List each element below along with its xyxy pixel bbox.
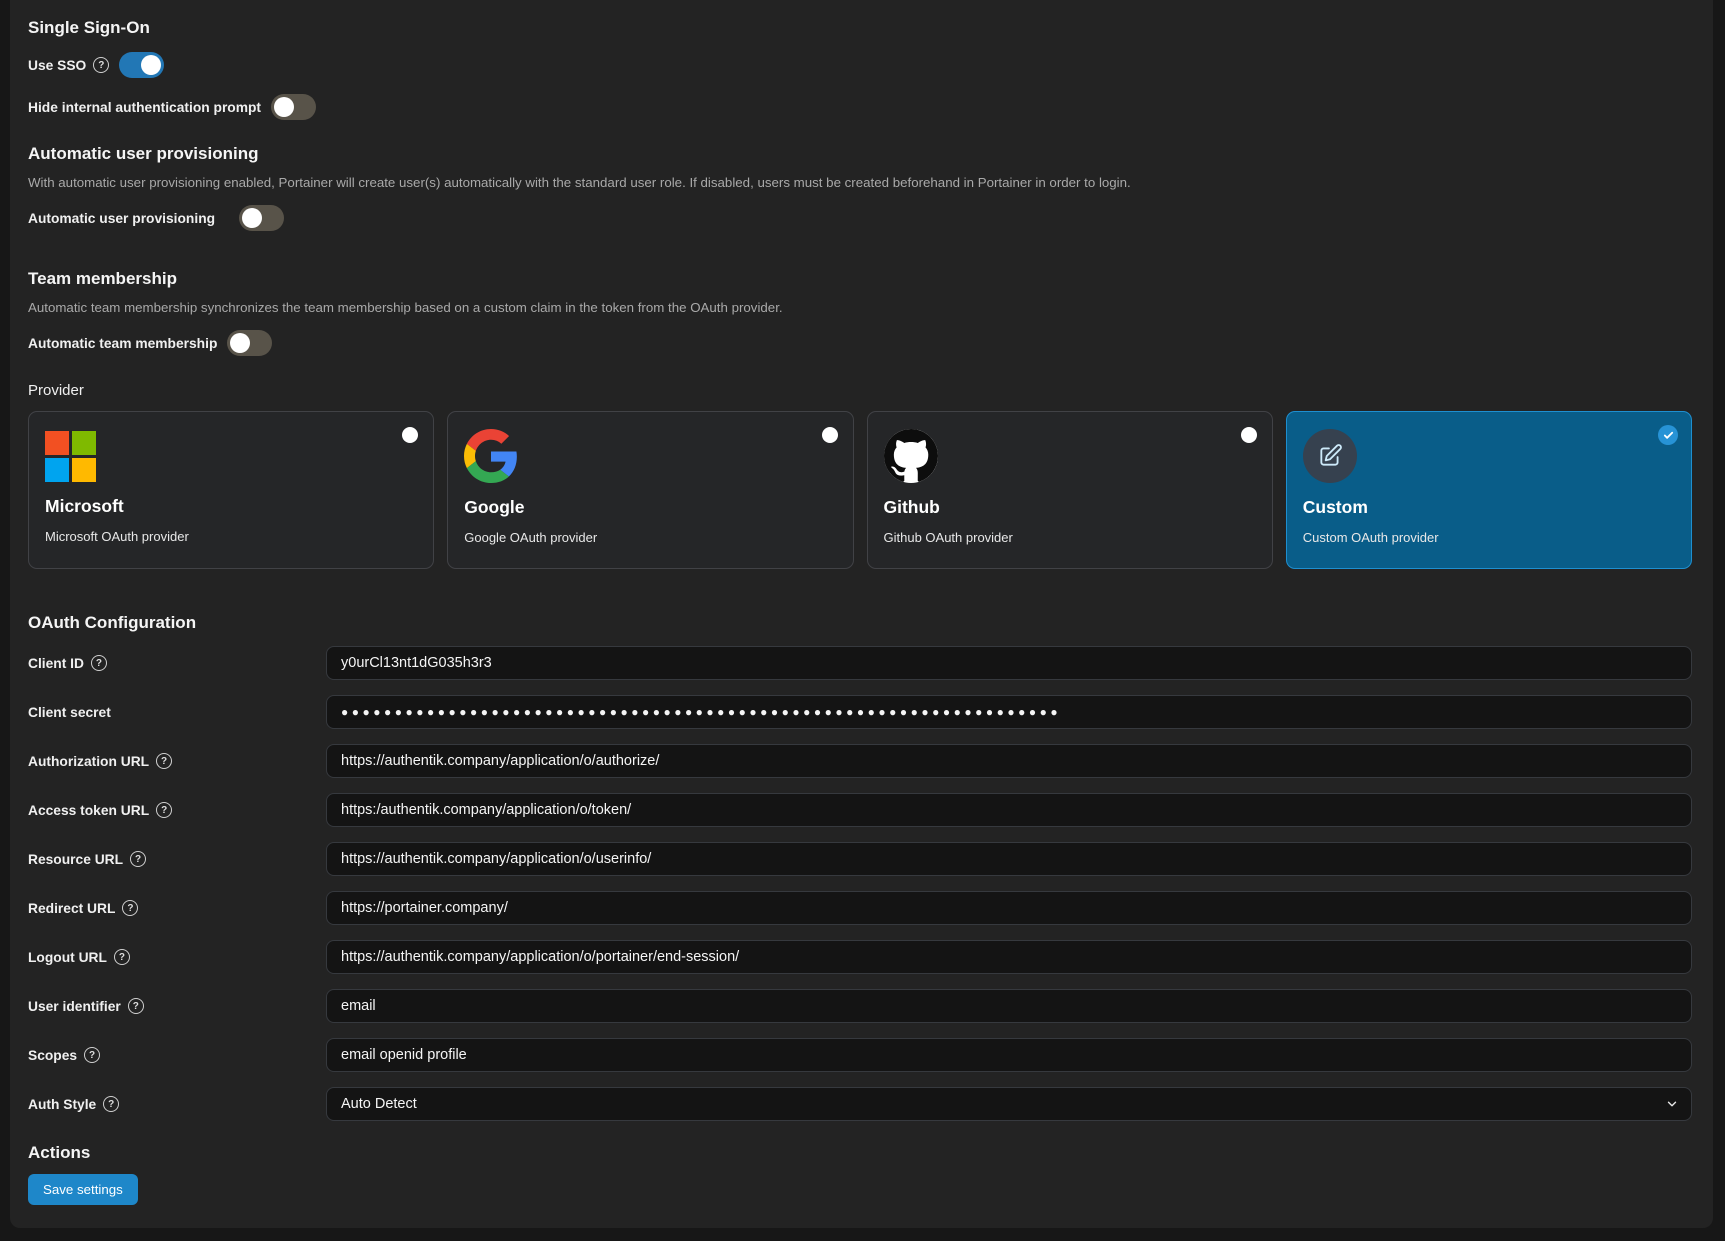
save-settings-button[interactable]: Save settings (28, 1174, 138, 1205)
toggle-knob (230, 333, 250, 353)
auto-user-provisioning-label: Automatic user provisioning (28, 211, 215, 226)
access-token-url-label: Access token URL (28, 803, 149, 818)
provider-card-subtitle: Github OAuth provider (884, 530, 1256, 545)
team-membership-heading: Team membership (28, 269, 1692, 289)
github-logo (884, 429, 938, 483)
authorization-url-label: Authorization URL (28, 754, 149, 769)
help-icon[interactable]: ? (84, 1047, 100, 1063)
hide-internal-prompt-row: Hide internal authentication prompt (28, 94, 1692, 120)
auto-user-provisioning-toggle[interactable] (239, 205, 284, 231)
client-id-label: Client ID (28, 656, 84, 671)
form-label-col: Client ID? (28, 655, 326, 671)
scopes-input[interactable] (326, 1038, 1692, 1072)
use-sso-row: Use SSO ? (28, 52, 1692, 78)
provider-card-subtitle: Google OAuth provider (464, 530, 836, 545)
scopes-label: Scopes (28, 1048, 77, 1063)
provider-card-title: Microsoft (45, 496, 417, 517)
form-row-auth-style: Auth Style?Auto Detect (28, 1087, 1692, 1121)
help-icon[interactable]: ? (93, 57, 109, 73)
redirect-url-label: Redirect URL (28, 901, 115, 916)
form-label-col: Redirect URL? (28, 900, 326, 916)
help-icon[interactable]: ? (122, 900, 138, 916)
actions-heading: Actions (28, 1143, 1692, 1163)
form-row-client-id: Client ID? (28, 646, 1692, 680)
oauth-config-form: Client ID? Client secret Authorization URL… (28, 646, 1692, 1121)
toggle-knob (242, 208, 262, 228)
user-identifier-label: User identifier (28, 999, 121, 1014)
microsoft-logo (45, 429, 417, 482)
custom-edit-icon (1303, 429, 1357, 483)
form-label-col: Resource URL? (28, 851, 326, 867)
auto-user-provisioning-description: With automatic user provisioning enabled… (28, 175, 1692, 191)
help-icon[interactable]: ? (91, 655, 107, 671)
form-label-col: Access token URL? (28, 802, 326, 818)
provider-card-title: Google (464, 497, 836, 518)
provider-card-subtitle: Custom OAuth provider (1303, 530, 1675, 545)
form-row-user-identifier: User identifier? (28, 989, 1692, 1023)
access-token-url-input[interactable] (326, 793, 1692, 827)
use-sso-toggle[interactable] (119, 52, 164, 78)
provider-card-github[interactable]: Github Github OAuth provider (867, 411, 1273, 569)
form-row-access-token-url: Access token URL? (28, 793, 1692, 827)
provider-card-custom[interactable]: Custom Custom OAuth provider (1286, 411, 1692, 569)
hide-internal-prompt-toggle[interactable] (271, 94, 316, 120)
provider-card-microsoft[interactable]: Microsoft Microsoft OAuth provider (28, 411, 434, 569)
team-membership-toggle[interactable] (227, 330, 272, 356)
user-identifier-input[interactable] (326, 989, 1692, 1023)
help-icon[interactable]: ? (156, 753, 172, 769)
auto-user-provisioning-heading: Automatic user provisioning (28, 144, 1692, 164)
form-label-col: Auth Style? (28, 1096, 326, 1112)
form-row-scopes: Scopes? (28, 1038, 1692, 1072)
sso-heading: Single Sign-On (28, 18, 1692, 38)
authorization-url-input[interactable] (326, 744, 1692, 778)
form-label-col: Scopes? (28, 1047, 326, 1063)
use-sso-label: Use SSO (28, 58, 86, 73)
form-row-resource-url: Resource URL? (28, 842, 1692, 876)
form-row-authorization-url: Authorization URL? (28, 744, 1692, 778)
selected-check-icon (1658, 425, 1678, 445)
provider-radio[interactable] (822, 427, 838, 443)
provider-card-title: Custom (1303, 497, 1675, 518)
resource-url-input[interactable] (326, 842, 1692, 876)
google-logo (464, 429, 518, 483)
form-row-client-secret: Client secret (28, 695, 1692, 729)
hide-internal-prompt-label: Hide internal authentication prompt (28, 100, 261, 115)
client-secret-label: Client secret (28, 705, 111, 720)
provider-card-title: Github (884, 497, 1256, 518)
provider-cards: MicrosoftMicrosoft OAuth providerGoogleG… (28, 411, 1692, 569)
team-membership-description: Automatic team membership synchronizes t… (28, 300, 1692, 316)
provider-card-google[interactable]: Google Google OAuth provider (447, 411, 853, 569)
client-secret-input[interactable] (326, 695, 1692, 729)
auth-style-label: Auth Style (28, 1097, 96, 1112)
logout-url-input[interactable] (326, 940, 1692, 974)
client-id-input[interactable] (326, 646, 1692, 680)
oauth-settings-panel: Single Sign-On Use SSO ? Hide internal a… (10, 0, 1713, 1228)
oauth-config-heading: OAuth Configuration (28, 613, 1692, 633)
form-row-redirect-url: Redirect URL? (28, 891, 1692, 925)
provider-radio[interactable] (1241, 427, 1257, 443)
help-icon[interactable]: ? (128, 998, 144, 1014)
resource-url-label: Resource URL (28, 852, 123, 867)
toggle-knob (274, 97, 294, 117)
team-membership-label: Automatic team membership (28, 336, 217, 351)
form-label-col: Authorization URL? (28, 753, 326, 769)
form-row-logout-url: Logout URL? (28, 940, 1692, 974)
form-label-col: Logout URL? (28, 949, 326, 965)
help-icon[interactable]: ? (156, 802, 172, 818)
form-label-col: Client secret (28, 705, 326, 720)
help-icon[interactable]: ? (130, 851, 146, 867)
help-icon[interactable]: ? (114, 949, 130, 965)
redirect-url-input[interactable] (326, 891, 1692, 925)
auto-user-provisioning-row: Automatic user provisioning (28, 205, 1692, 231)
provider-card-subtitle: Microsoft OAuth provider (45, 529, 417, 544)
toggle-knob (141, 55, 161, 75)
team-membership-row: Automatic team membership (28, 330, 1692, 356)
logout-url-label: Logout URL (28, 950, 107, 965)
help-icon[interactable]: ? (103, 1096, 119, 1112)
auth-style-select[interactable]: Auto Detect (326, 1087, 1692, 1121)
form-label-col: User identifier? (28, 998, 326, 1014)
provider-label: Provider (28, 382, 1692, 399)
